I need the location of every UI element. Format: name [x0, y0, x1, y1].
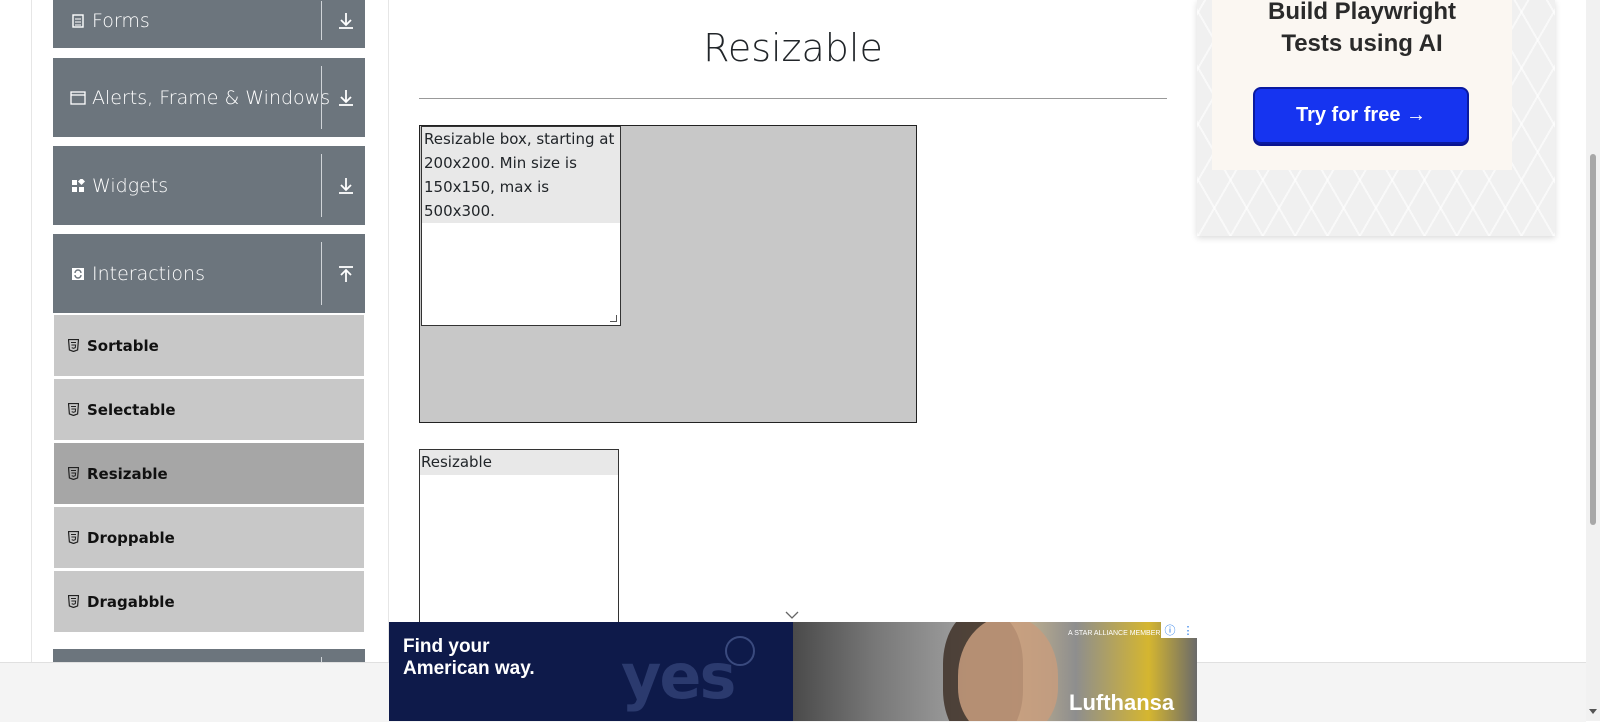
banner-left-panel: Find your American way. yes	[389, 622, 793, 721]
resizable-box: Resizable	[419, 449, 619, 624]
widgets-icon	[70, 178, 86, 194]
sidebar-item-label: Dragabble	[87, 592, 175, 611]
sidebar-item-label: Resizable	[87, 464, 168, 483]
page-title: Resizable	[703, 26, 883, 70]
sidebar-item-label: Selectable	[87, 400, 176, 419]
ad-headline: Build Playwright Tests using AI	[1212, 0, 1512, 60]
sidebar-item-dragabble[interactable]: Dragabble	[54, 571, 364, 632]
html5-icon	[68, 595, 80, 609]
crane-logo-icon	[725, 636, 755, 666]
resize-handle[interactable]	[610, 315, 617, 322]
sidebar-item-label: Sortable	[87, 336, 159, 355]
group-header-interactions[interactable]: Interactions	[53, 234, 365, 313]
group-label: Widgets	[92, 174, 169, 197]
banner-headline-line1: Find your	[403, 636, 490, 657]
divider	[321, 242, 322, 305]
expand-arrow-icon[interactable]	[331, 0, 361, 48]
scrollbar-thumb[interactable]	[1590, 154, 1596, 525]
sidebar-item-droppable[interactable]: Droppable	[54, 507, 364, 568]
html5-icon	[68, 403, 80, 417]
bottom-ad-banner[interactable]: Find your American way. yes A STAR ALLIA…	[389, 622, 1197, 721]
html5-icon	[68, 467, 80, 481]
banner-word: yes	[621, 640, 736, 713]
group-label: Interactions	[92, 262, 205, 285]
resizable-box-text: Resizable box, starting at 200x200. Min …	[422, 127, 620, 223]
sidebar-item-selectable[interactable]: Selectable	[54, 379, 364, 440]
banner-member-text: A STAR ALLIANCE MEMBER	[1068, 630, 1161, 637]
title-divider	[419, 98, 1167, 99]
try-for-free-button[interactable]: Try for free →	[1253, 87, 1469, 144]
adchoices-icon[interactable]: ⓘ ⋮	[1161, 622, 1197, 638]
expand-arrow-icon[interactable]	[331, 146, 361, 225]
ad-headline-line2: Tests using AI	[1281, 30, 1443, 57]
group-header-alerts-frame-windows[interactable]: Alerts, Frame & Windows	[53, 58, 365, 137]
group-header-widgets[interactable]: Widgets	[53, 146, 365, 225]
sidebar-item-sortable[interactable]: Sortable	[54, 315, 364, 376]
sidebar-right-border	[388, 0, 389, 662]
group-label: Alerts, Frame & Windows	[92, 86, 331, 109]
info-icon[interactable]: ⓘ	[1165, 622, 1176, 638]
banner-brand: Lufthansa	[1069, 690, 1175, 715]
chevron-down-icon[interactable]	[784, 607, 800, 619]
banner-photo: A STAR ALLIANCE MEMBER Lufthansa	[793, 622, 1197, 721]
more-options-icon[interactable]: ⋮	[1183, 624, 1194, 637]
divider	[321, 1, 322, 40]
sidebar-item-resizable[interactable]: Resizable	[54, 443, 364, 504]
photo-face	[958, 622, 1058, 721]
html5-icon	[68, 339, 80, 353]
banner-headline-line2: American way.	[403, 658, 535, 679]
ad-headline-line1: Build Playwright	[1267, 0, 1456, 25]
expand-arrow-icon[interactable]	[331, 58, 361, 137]
sidebar-left-border	[31, 0, 32, 662]
divider	[321, 154, 322, 217]
divider	[321, 66, 322, 129]
resizable-box-text: Resizable	[420, 450, 618, 475]
group-label: Forms	[92, 9, 150, 32]
group-header-next[interactable]	[53, 649, 365, 663]
resizable-box-restricted: Resizable box, starting at 200x200. Min …	[421, 126, 621, 326]
interactions-icon	[70, 266, 86, 282]
scroll-down-arrow-icon[interactable]	[1589, 709, 1597, 714]
window-icon	[70, 90, 86, 106]
group-header-forms[interactable]: Forms	[53, 0, 365, 48]
html5-icon	[68, 531, 80, 545]
banner-headline: Find your American way.	[403, 636, 535, 680]
collapse-arrow-icon[interactable]	[331, 234, 361, 313]
sidebar-item-label: Droppable	[87, 528, 175, 547]
document-icon	[70, 13, 86, 29]
